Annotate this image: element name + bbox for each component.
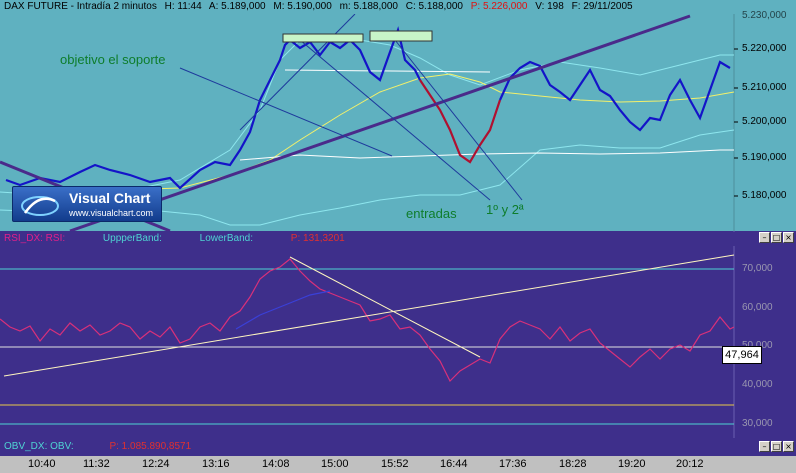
price-axis-label-1: 5.210,000	[742, 82, 787, 93]
pct-label: P: 5.226,000	[470, 1, 528, 12]
highlight-box-2	[369, 30, 433, 42]
time-label-3: 13:16	[202, 458, 230, 470]
time-label-0: 10:40	[28, 458, 56, 470]
high-label: H: 11:44	[164, 1, 202, 12]
channel-line-2	[299, 39, 491, 201]
rsi-axis-label-0: 70,000	[742, 263, 773, 274]
time-label-4: 14:08	[262, 458, 290, 470]
rsi-window-controls: – □ ×	[759, 232, 794, 243]
price-axis-label-2: 5.200,000	[742, 116, 787, 127]
price-axis-label-4: 5.180,000	[742, 190, 787, 201]
main-trendline	[69, 14, 691, 231]
rsi-chart[interactable]	[0, 231, 796, 438]
volume-label: V: 198	[535, 1, 564, 12]
time-label-10: 19:20	[618, 458, 646, 470]
obv-pane[interactable]: OBV_DX: OBV: P: 1.085.890,8571	[0, 438, 796, 456]
min-label: m: 5.188,000	[339, 1, 398, 12]
rsi-resistance-line	[289, 256, 481, 358]
obv-pane-header: OBV_DX: OBV: P: 1.085.890,8571	[0, 440, 796, 454]
time-label-5: 15:00	[321, 458, 349, 470]
rsi-axis-label-3: 40,000	[742, 379, 773, 390]
rsi-pane[interactable]: RSI_DX: RSI: UppperBand: LowerBand: P: 1…	[0, 231, 796, 438]
price-line-down	[419, 79, 502, 164]
time-label-8: 17:36	[499, 458, 527, 470]
objective-arrow-line	[179, 67, 393, 157]
horizontal-line	[284, 69, 491, 73]
minimize-icon[interactable]: –	[759, 232, 770, 243]
time-label-7: 16:44	[440, 458, 468, 470]
max-label: M: 5.190,000	[273, 1, 332, 12]
ask-label: A: 5.189,000	[208, 1, 266, 12]
close-label: C: 5.188,000	[405, 1, 463, 12]
support-annotation: objetivo el soporte	[60, 52, 166, 67]
rsi-p-label: P: 131,3201	[290, 233, 345, 244]
instrument-label: DAX FUTURE - Intradía 2 minutos	[4, 1, 157, 12]
price-pane-header: DAX FUTURE - Intradía 2 minutos H: 11:44…	[0, 0, 796, 14]
price-axis-label-3: 5.190,000	[742, 152, 787, 163]
time-label-9: 18:28	[559, 458, 587, 470]
rsi-lower-label: LowerBand:	[199, 233, 254, 244]
date-label: F: 29/11/2005	[571, 1, 633, 12]
channel-line-3	[394, 39, 523, 201]
obv-p-label: P: 1.085.890,8571	[109, 441, 192, 452]
time-label-11: 20:12	[676, 458, 704, 470]
rsi-axis-label-4: 30,000	[742, 418, 773, 429]
chart-window: DAX FUTURE - Intradía 2 minutos H: 11:44…	[0, 0, 796, 473]
price-pane[interactable]: DAX FUTURE - Intradía 2 minutos H: 11:44…	[0, 0, 796, 231]
time-axis: 10:40 11:32 12:24 13:16 14:08 15:00 15:5…	[0, 456, 796, 473]
logo-url: www.visualchart.com	[69, 208, 154, 218]
price-axis-label-0: 5.220,000	[742, 43, 787, 54]
rsi-line	[0, 258, 735, 383]
first-second-annotation: 1º y 2ª	[486, 202, 524, 217]
close-icon[interactable]: ×	[783, 441, 794, 452]
visual-chart-logo: Visual Chart www.visualchart.com	[12, 186, 162, 222]
time-label-2: 12:24	[142, 458, 170, 470]
minimize-icon[interactable]: –	[759, 441, 770, 452]
maximize-icon[interactable]: □	[771, 441, 782, 452]
price-axis-top: 5.230,000	[742, 10, 787, 21]
rsi-pane-header: RSI_DX: RSI: UppperBand: LowerBand: P: 1…	[0, 232, 796, 246]
logo-title: Visual Chart	[69, 190, 151, 206]
rsi-name: RSI_DX: RSI:	[4, 233, 66, 244]
rsi-current-value: 47,964	[722, 346, 762, 364]
obv-name: OBV_DX: OBV:	[4, 441, 74, 452]
highlight-box-1	[282, 33, 364, 43]
entries-annotation: entradas	[406, 206, 457, 221]
time-label-6: 15:52	[381, 458, 409, 470]
obv-window-controls: – □ ×	[759, 441, 794, 452]
logo-swoosh-icon	[21, 196, 59, 216]
price-line-recovery	[498, 60, 731, 132]
rsi-trendline	[3, 254, 735, 377]
time-label-1: 11:32	[83, 458, 110, 470]
maximize-icon[interactable]: □	[771, 232, 782, 243]
rsi-axis-label-1: 60,000	[742, 302, 773, 313]
moving-average-white	[239, 149, 734, 161]
close-icon[interactable]: ×	[783, 232, 794, 243]
rsi-upper-label: UppperBand:	[102, 233, 162, 244]
